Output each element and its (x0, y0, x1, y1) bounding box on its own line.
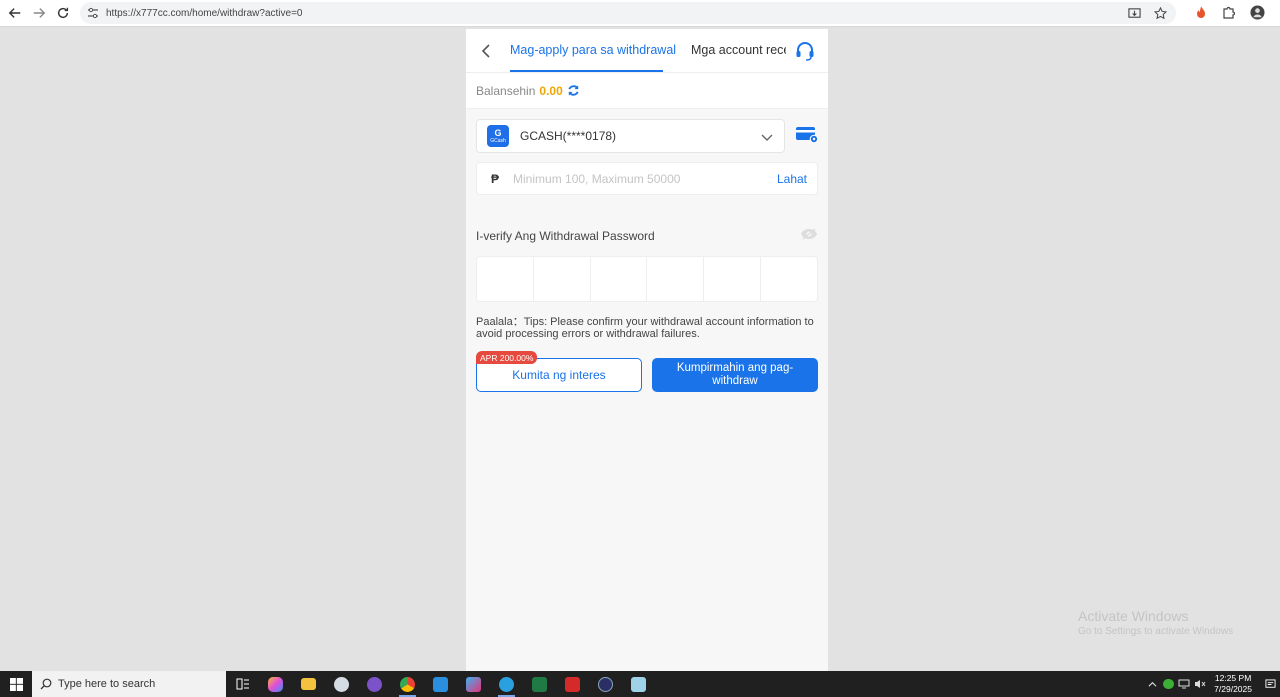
active-tab-indicator (510, 70, 663, 72)
pin-digit-box[interactable] (647, 257, 705, 301)
address-bar[interactable]: https://x777cc.com/home/withdraw?active=… (80, 2, 1176, 24)
install-app-icon[interactable] (1126, 5, 1142, 21)
confirm-withdraw-button[interactable]: Kumpirmahin ang pag-withdraw (652, 358, 818, 392)
account-name: GCASH(****0178) (520, 129, 617, 143)
tab-accounts[interactable]: Mga account recei (691, 43, 786, 57)
bookmark-star-icon[interactable] (1152, 5, 1168, 21)
chevron-up-icon[interactable] (1144, 676, 1160, 692)
pin-digit-box[interactable] (534, 257, 591, 301)
browser-toolbar: https://x777cc.com/home/withdraw?active=… (0, 0, 1280, 27)
windows-start-icon[interactable] (0, 671, 32, 697)
back-chevron-icon[interactable] (476, 41, 496, 61)
excel-icon[interactable] (523, 671, 556, 697)
chevron-down-icon (761, 134, 773, 141)
viber-icon[interactable] (358, 671, 391, 697)
withdraw-tips: Paalala：Tips: Please confirm your withdr… (476, 316, 814, 340)
withdraw-account-select[interactable]: G GCash GCASH(****0178) (476, 119, 785, 153)
apr-badge: APR 200.00% (476, 351, 538, 364)
currency-symbol: ₱ (491, 171, 500, 186)
extensions-puzzle-icon[interactable] (1220, 3, 1238, 21)
balance-row: Balansehin 0.00 (466, 73, 828, 109)
pin-digit-box[interactable] (704, 257, 762, 301)
url-text[interactable]: https://x777cc.com/home/withdraw?active=… (106, 8, 302, 19)
telegram-icon[interactable] (490, 671, 523, 697)
profile-avatar-icon[interactable] (1248, 3, 1266, 21)
extension-fire-icon[interactable] (1192, 3, 1210, 21)
reload-icon[interactable] (51, 1, 75, 25)
chrome-icon[interactable] (391, 671, 424, 697)
tab-withdraw-apply[interactable]: Mag-apply para sa withdrawal (510, 43, 676, 57)
network-icon[interactable] (1176, 676, 1192, 692)
all-amount-button[interactable]: Lahat (777, 172, 807, 186)
app-circle-icon[interactable] (589, 671, 622, 697)
security-app-icon[interactable] (424, 671, 457, 697)
hide-password-eye-icon[interactable] (800, 227, 818, 241)
notes-app-icon[interactable] (622, 671, 655, 697)
tab-header: Mag-apply para sa withdrawal Mga account… (466, 29, 828, 73)
withdraw-page: Mag-apply para sa withdrawal Mga account… (466, 29, 828, 671)
taskbar-search[interactable]: Type here to search (32, 671, 226, 697)
verify-password-label: I-verify Ang Withdrawal Password (476, 229, 655, 243)
activate-windows-watermark: Activate Windows Go to Settings to activ… (1078, 608, 1234, 637)
password-pin-input[interactable] (476, 256, 818, 302)
pin-digit-box[interactable] (591, 257, 648, 301)
notification-icon[interactable] (1262, 676, 1278, 692)
refresh-icon[interactable] (567, 84, 580, 97)
gcash-logo-icon: G GCash (487, 125, 509, 147)
customer-service-headset-icon[interactable] (794, 40, 816, 62)
pin-digit-box[interactable] (477, 257, 534, 301)
site-settings-icon[interactable] (82, 2, 104, 24)
pin-digit-box[interactable] (761, 257, 817, 301)
vpn-app-icon[interactable] (457, 671, 490, 697)
balance-label: Balansehin (476, 83, 536, 98)
card-settings-icon[interactable] (795, 125, 819, 145)
wechat-tray-icon[interactable] (1160, 676, 1176, 692)
taskbar-clock[interactable]: 12:25 PM 7/29/2025 (1214, 673, 1252, 695)
speaker-muted-icon[interactable] (1192, 676, 1208, 692)
balance-value: 0.00 (539, 83, 563, 98)
search-icon (40, 678, 52, 690)
amount-input[interactable] (513, 171, 754, 186)
back-arrow-icon[interactable] (3, 1, 27, 25)
copilot-icon[interactable] (259, 671, 292, 697)
search-placeholder: Type here to search (58, 678, 156, 690)
acrobat-icon[interactable] (556, 671, 589, 697)
cloud-app-icon[interactable] (325, 671, 358, 697)
task-view-icon[interactable] (226, 671, 259, 697)
file-explorer-icon[interactable] (292, 671, 325, 697)
windows-taskbar: Type here to search 12:25 PM 7/29/2025 (0, 671, 1280, 697)
forward-arrow-icon[interactable] (27, 1, 51, 25)
system-tray: 12:25 PM 7/29/2025 (1144, 671, 1280, 697)
amount-field: ₱ Lahat (476, 162, 818, 195)
